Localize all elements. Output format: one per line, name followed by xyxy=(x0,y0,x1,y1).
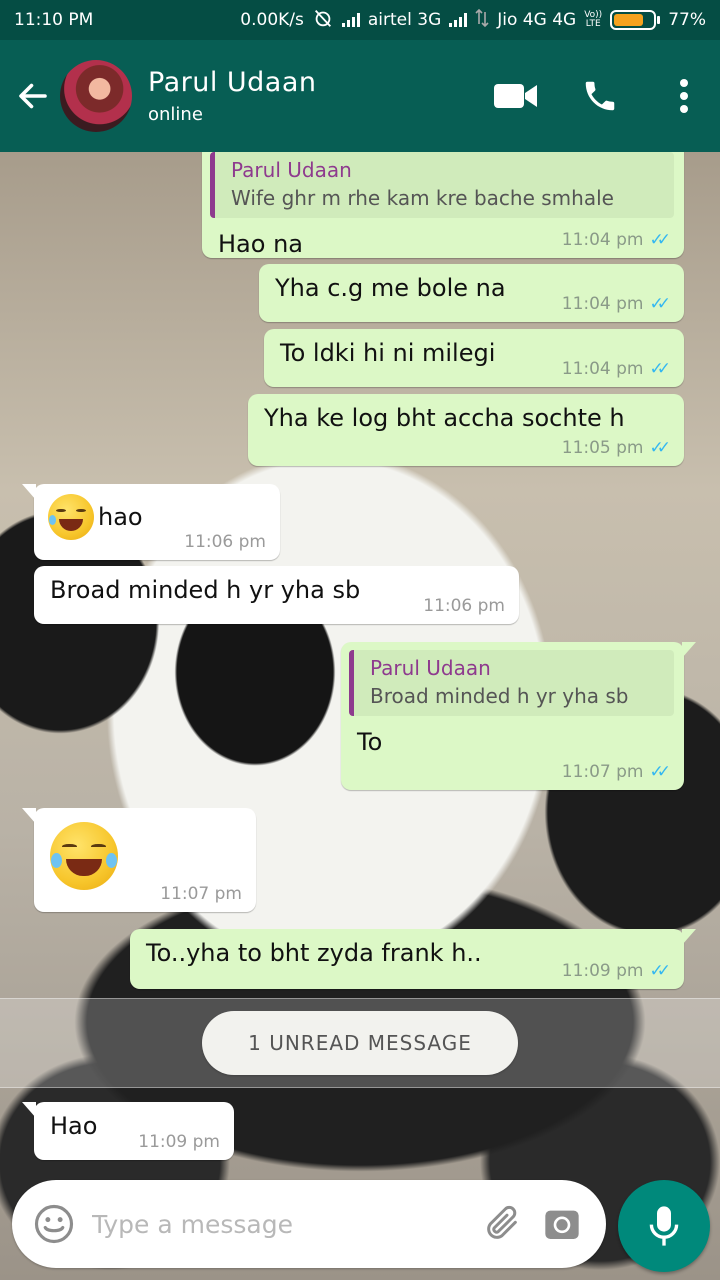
message-bubble-outgoing[interactable]: Yha ke log bht accha sochte h 11:05 pm ✓✓ xyxy=(248,394,684,466)
quoted-sender: Parul Udaan xyxy=(231,158,352,182)
voice-call-button[interactable] xyxy=(564,60,636,132)
message-text: hao xyxy=(98,503,143,531)
message-composer xyxy=(12,1180,606,1268)
more-vert-icon xyxy=(680,79,688,113)
message-bubble-outgoing[interactable]: Yha c.g me bole na 11:04 pm ✓✓ xyxy=(259,264,684,322)
contact-status: online xyxy=(148,104,203,125)
emoji-button[interactable] xyxy=(24,1194,84,1254)
message-time: 11:04 pm xyxy=(561,230,644,250)
signal-icon-2 xyxy=(449,13,468,27)
message-bubble-outgoing[interactable]: Parul Udaan Wife ghr m rhe kam kre bache… xyxy=(202,152,684,258)
quoted-text: Broad minded h yr yha sb xyxy=(370,684,629,708)
quoted-message[interactable]: Parul Udaan Wife ghr m rhe kam kre bache… xyxy=(210,152,674,218)
alarm-off-icon xyxy=(312,7,334,34)
status-bar: 11:10 PM 0.00K/s airtel 3G Jio 4G 4G Vo)… xyxy=(0,0,720,40)
message-time: 11:06 pm xyxy=(184,532,266,552)
message-time: 11:04 pm xyxy=(561,359,644,379)
camera-button[interactable] xyxy=(532,1194,592,1254)
quoted-sender: Parul Udaan xyxy=(370,656,491,680)
status-time: 11:10 PM xyxy=(14,10,94,30)
unread-pill: 1 UNREAD MESSAGE xyxy=(202,1011,518,1075)
message-time: 11:07 pm xyxy=(160,884,242,904)
volte-icon: Vo)) LTE xyxy=(584,10,603,29)
contact-info[interactable]: Parul Udaan online xyxy=(148,67,317,125)
message-bubble-incoming[interactable]: Broad minded h yr yha sb 11:06 pm xyxy=(34,566,519,624)
signal-icon-1 xyxy=(341,13,360,27)
chat-area[interactable]: Parul Udaan Wife ghr m rhe kam kre bache… xyxy=(0,152,720,1280)
message-meta: 11:06 pm xyxy=(423,596,505,616)
phone-icon xyxy=(585,81,615,111)
message-meta: 11:09 pm ✓✓ xyxy=(561,961,671,981)
read-ticks-icon: ✓✓ xyxy=(649,961,671,981)
message-bubble-outgoing[interactable]: Parul Udaan Broad minded h yr yha sb To … xyxy=(341,642,696,790)
message-time: 11:05 pm xyxy=(561,438,644,458)
laughing-emoji-icon xyxy=(48,494,94,540)
message-meta: 11:04 pm ✓✓ xyxy=(561,294,671,314)
message-meta: 11:07 pm ✓✓ xyxy=(561,762,671,782)
message-bubble-incoming[interactable]: hao 11:06 pm xyxy=(22,484,280,560)
camera-icon xyxy=(545,1210,579,1239)
battery-icon xyxy=(610,10,661,30)
back-button[interactable] xyxy=(6,66,60,126)
chat-header: Parul Udaan online xyxy=(0,40,720,152)
carrier-2: Jio 4G 4G xyxy=(497,10,577,30)
emoji-icon xyxy=(34,1204,74,1244)
message-meta: 11:04 pm ✓✓ xyxy=(561,230,671,250)
status-right: 0.00K/s airtel 3G Jio 4G 4G Vo)) LTE 77% xyxy=(240,7,706,34)
message-bubble-incoming[interactable]: 11:07 pm xyxy=(22,808,256,912)
unread-divider: 1 UNREAD MESSAGE xyxy=(0,998,720,1088)
header-actions xyxy=(468,60,720,132)
message-time: 11:07 pm xyxy=(561,762,644,782)
contact-name: Parul Udaan xyxy=(148,67,317,98)
attach-icon xyxy=(487,1205,517,1239)
message-bubble-incoming[interactable]: Hao 11:09 pm xyxy=(22,1102,234,1160)
message-meta: 11:09 pm xyxy=(138,1132,220,1152)
contact-avatar[interactable] xyxy=(60,60,132,132)
read-ticks-icon: ✓✓ xyxy=(649,294,671,314)
message-time: 11:06 pm xyxy=(423,596,505,616)
message-meta: 11:05 pm ✓✓ xyxy=(561,438,671,458)
voice-record-button[interactable] xyxy=(618,1180,710,1272)
message-time: 11:04 pm xyxy=(561,294,644,314)
data-arrows-icon xyxy=(475,8,489,33)
message-text: Yha ke log bht accha sochte h xyxy=(264,404,625,432)
read-ticks-icon: ✓✓ xyxy=(649,438,671,458)
video-call-button[interactable] xyxy=(480,60,552,132)
message-text: To xyxy=(357,728,383,756)
quoted-message[interactable]: Parul Udaan Broad minded h yr yha sb xyxy=(349,650,674,716)
message-input[interactable] xyxy=(92,1209,472,1239)
read-ticks-icon: ✓✓ xyxy=(649,359,671,379)
video-call-icon xyxy=(494,84,537,108)
read-ticks-icon: ✓✓ xyxy=(649,762,671,782)
message-time: 11:09 pm xyxy=(561,961,644,981)
laughing-emoji-icon xyxy=(50,822,118,890)
attach-button[interactable] xyxy=(472,1194,532,1254)
message-time: 11:09 pm xyxy=(138,1132,220,1152)
overflow-menu-button[interactable] xyxy=(648,60,720,132)
mic-icon xyxy=(649,1206,679,1246)
network-speed: 0.00K/s xyxy=(240,10,304,30)
message-meta: 11:06 pm xyxy=(184,532,266,552)
quoted-text: Wife ghr m rhe kam kre bache smhale xyxy=(231,186,614,210)
message-bubble-outgoing[interactable]: To..yha to bht zyda frank h.. 11:09 pm ✓✓ xyxy=(130,929,696,989)
message-meta: 11:04 pm ✓✓ xyxy=(561,359,671,379)
message-bubble-outgoing[interactable]: To ldki hi ni milegi 11:04 pm ✓✓ xyxy=(264,329,684,387)
message-meta: 11:07 pm xyxy=(160,884,242,904)
carrier-1: airtel 3G xyxy=(367,10,442,30)
read-ticks-icon: ✓✓ xyxy=(649,230,671,250)
battery-percent: 77% xyxy=(668,10,706,30)
back-arrow-icon xyxy=(19,83,47,109)
